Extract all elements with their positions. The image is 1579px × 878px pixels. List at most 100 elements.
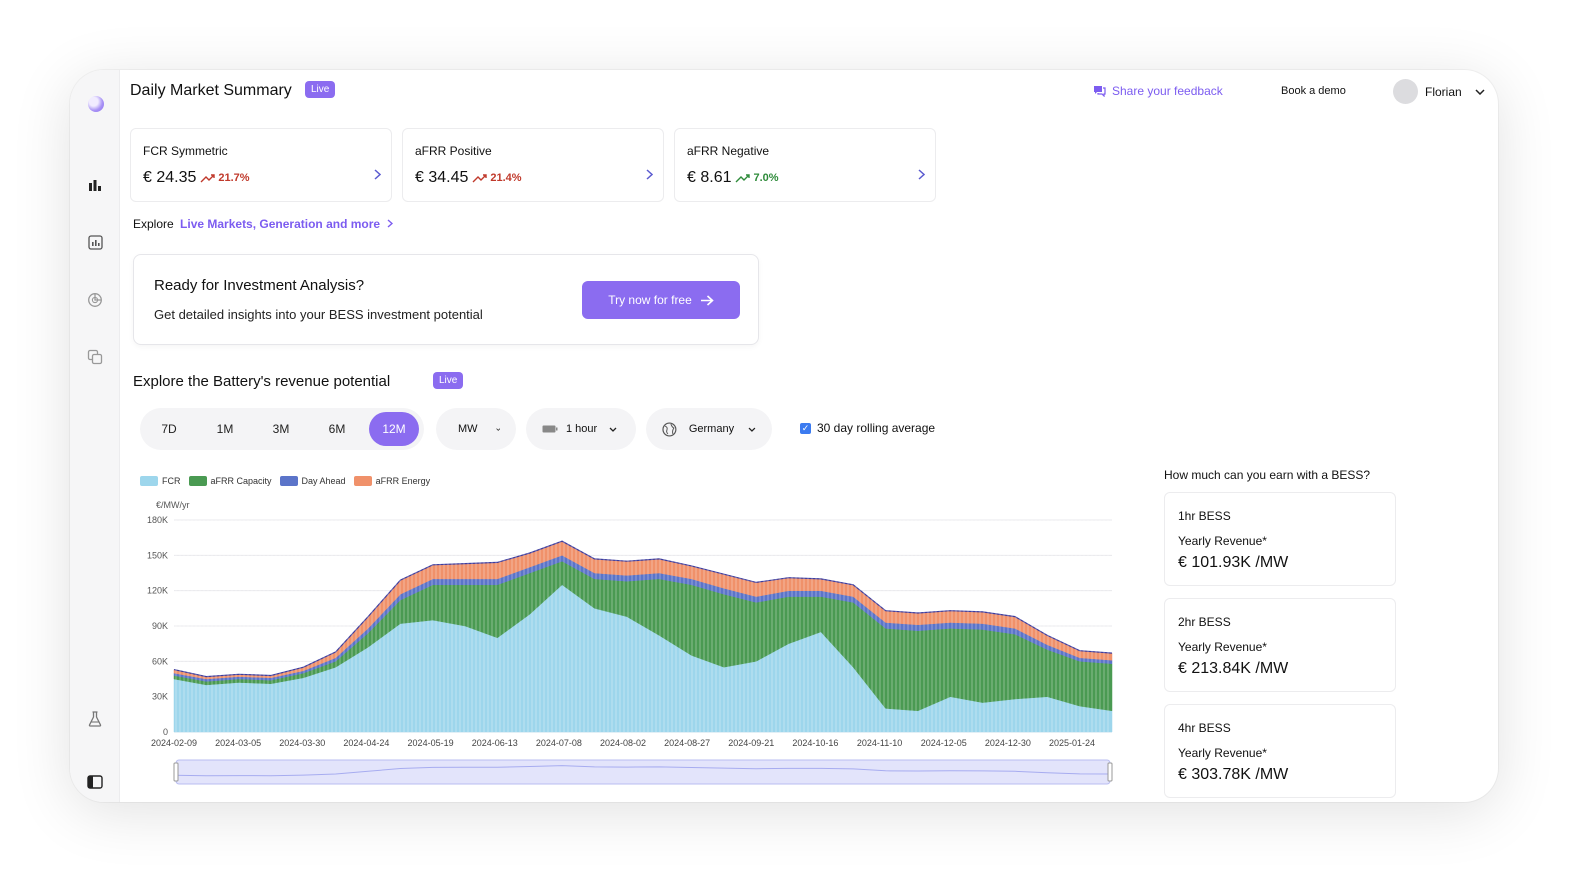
x-tick-label: 2024-04-24 xyxy=(343,738,389,748)
chevron-down-icon xyxy=(1475,88,1485,95)
arrow-right-icon xyxy=(700,294,714,306)
bess-label: Yearly Revenue* xyxy=(1178,640,1267,654)
legend-item[interactable]: aFRR Capacity xyxy=(188,476,272,486)
duration-select[interactable]: 1 hour xyxy=(526,408,636,450)
bess-value: € 213.84K /MW xyxy=(1178,660,1289,677)
zoom-handle-right[interactable] xyxy=(1107,762,1113,782)
range-selector: 7D 1M 3M 6M 12M xyxy=(140,408,424,450)
zoom-handle-left[interactable] xyxy=(173,762,179,782)
bess-value: € 101.93K /MW xyxy=(1178,554,1289,571)
page-title: Daily Market Summary xyxy=(130,82,292,99)
y-tick-label: 150K xyxy=(147,550,168,560)
x-tick-label: 2024-03-05 xyxy=(215,738,261,748)
kpi-value: € 24.35 xyxy=(143,169,197,186)
book-demo-button[interactable]: Book a demo xyxy=(1281,85,1346,97)
kpi-value: € 8.61 xyxy=(687,169,732,186)
y-tick-label: 0 xyxy=(163,727,168,737)
live-badge: Live xyxy=(433,372,464,389)
sidebar xyxy=(70,70,120,802)
bess-name: 4hr BESS xyxy=(1178,721,1231,735)
y-axis-unit: €/MW/yr xyxy=(156,500,190,510)
legend-item[interactable]: FCR xyxy=(140,476,181,486)
revenue-section-title: Explore the Battery's revenue potential xyxy=(133,373,391,390)
range-1m[interactable]: 1M xyxy=(200,412,250,446)
kpi-name: aFRR Positive xyxy=(415,144,492,158)
y-tick-label: 120K xyxy=(147,586,168,596)
explore-line: Explore Live Markets, Generation and mor… xyxy=(133,217,394,231)
bess-card-1hr: 1hr BESS Yearly Revenue* € 101.93K /MW xyxy=(1164,492,1396,586)
explore-link[interactable]: Live Markets, Generation and more xyxy=(180,217,380,231)
pie-chart-icon[interactable] xyxy=(86,291,104,309)
battery-icon xyxy=(542,425,558,433)
x-tick-label: 2024-11-10 xyxy=(857,738,902,748)
chevron-right-icon xyxy=(646,169,654,183)
layers-icon[interactable] xyxy=(86,348,104,366)
x-tick-label: 2024-12-30 xyxy=(985,738,1031,748)
y-tick-label: 90K xyxy=(152,621,168,631)
range-6m[interactable]: 6M xyxy=(312,412,362,446)
range-7d[interactable]: 7D xyxy=(144,412,194,446)
chevron-right-icon xyxy=(918,169,926,183)
trend-up-icon xyxy=(472,174,488,183)
user-menu[interactable]: Florian xyxy=(1393,79,1485,104)
chevron-right-icon xyxy=(387,219,394,228)
x-tick-label: 2024-08-27 xyxy=(664,738,710,748)
x-tick-label: 2024-09-21 xyxy=(728,738,774,748)
y-tick-label: 60K xyxy=(152,656,168,666)
globe-icon xyxy=(662,421,677,437)
live-badge: Live xyxy=(305,81,336,98)
sidebar-toggle-icon[interactable] xyxy=(86,773,104,791)
chevron-right-icon xyxy=(374,169,382,183)
chevron-down-icon xyxy=(609,427,617,432)
rolling-average-label: 30 day rolling average xyxy=(817,421,936,435)
legend-swatch xyxy=(353,476,372,486)
bess-name: 1hr BESS xyxy=(1178,509,1231,523)
bess-card-2hr: 2hr BESS Yearly Revenue* € 213.84K /MW xyxy=(1164,598,1396,692)
bess-label: Yearly Revenue* xyxy=(1178,534,1267,548)
feedback-link[interactable]: Share your feedback xyxy=(1093,84,1223,98)
country-select-value: Germany xyxy=(688,423,735,435)
kpi-change: 21.4% xyxy=(490,172,522,184)
legend-label: aFRR Capacity xyxy=(210,476,272,486)
brand-logo-icon[interactable] xyxy=(88,96,104,112)
investment-title: Ready for Investment Analysis? xyxy=(154,277,365,294)
bess-name: 2hr BESS xyxy=(1178,615,1231,629)
bar-chart-icon[interactable] xyxy=(86,176,104,194)
range-3m[interactable]: 3M xyxy=(256,412,306,446)
kpi-card-afrr-positive[interactable]: aFRR Positive € 34.45 21.4% xyxy=(402,128,664,202)
dashboard-icon[interactable] xyxy=(86,233,104,251)
legend-item[interactable]: Day Ahead xyxy=(279,476,346,486)
kpi-card-afrr-negative[interactable]: aFRR Negative € 8.61 7.0% xyxy=(674,128,936,202)
flask-icon[interactable] xyxy=(86,710,104,728)
earn-title: How much can you earn with a BESS? xyxy=(1164,468,1371,482)
bess-value: € 303.78K /MW xyxy=(1178,766,1289,783)
kpi-card-fcr[interactable]: FCR Symmetric € 24.35 21.7% xyxy=(130,128,392,202)
x-tick-label: 2024-12-05 xyxy=(921,738,967,748)
range-12m[interactable]: 12M xyxy=(369,412,419,446)
x-tick-label: 2024-03-30 xyxy=(279,738,325,748)
legend-item[interactable]: aFRR Energy xyxy=(353,476,430,486)
feedback-label: Share your feedback xyxy=(1112,84,1223,98)
kpi-value: € 34.45 xyxy=(415,169,469,186)
chevron-down-icon xyxy=(495,427,500,431)
zoom-slider xyxy=(175,759,1111,785)
x-tick-label: 2024-10-16 xyxy=(792,738,838,748)
main-content: Daily Market Summary Live Share your fee… xyxy=(120,70,1498,802)
try-now-button[interactable]: Try now for free xyxy=(582,281,740,319)
x-tick-label: 2025-01-24 xyxy=(1049,738,1095,748)
investment-subtitle: Get detailed insights into your BESS inv… xyxy=(154,307,483,322)
try-now-label: Try now for free xyxy=(608,293,692,307)
kpi-name: aFRR Negative xyxy=(687,144,770,158)
investment-card: Ready for Investment Analysis? Get detai… xyxy=(133,254,759,345)
legend-label: Day Ahead xyxy=(301,476,346,486)
chart-legend: FCR aFRR Capacity Day Ahead aFRR Energy xyxy=(140,476,430,486)
rolling-average-checkbox[interactable]: ✓ xyxy=(800,422,811,434)
country-select[interactable]: Germany xyxy=(646,408,772,450)
app-window: Daily Market Summary Live Share your fee… xyxy=(70,70,1498,802)
unit-select[interactable]: MW xyxy=(436,408,516,450)
avatar xyxy=(1393,79,1418,104)
legend-swatch xyxy=(279,476,298,486)
x-tick-label: 2024-07-08 xyxy=(536,738,582,748)
bess-label: Yearly Revenue* xyxy=(1178,746,1267,760)
kpi-change: 7.0% xyxy=(753,172,779,184)
